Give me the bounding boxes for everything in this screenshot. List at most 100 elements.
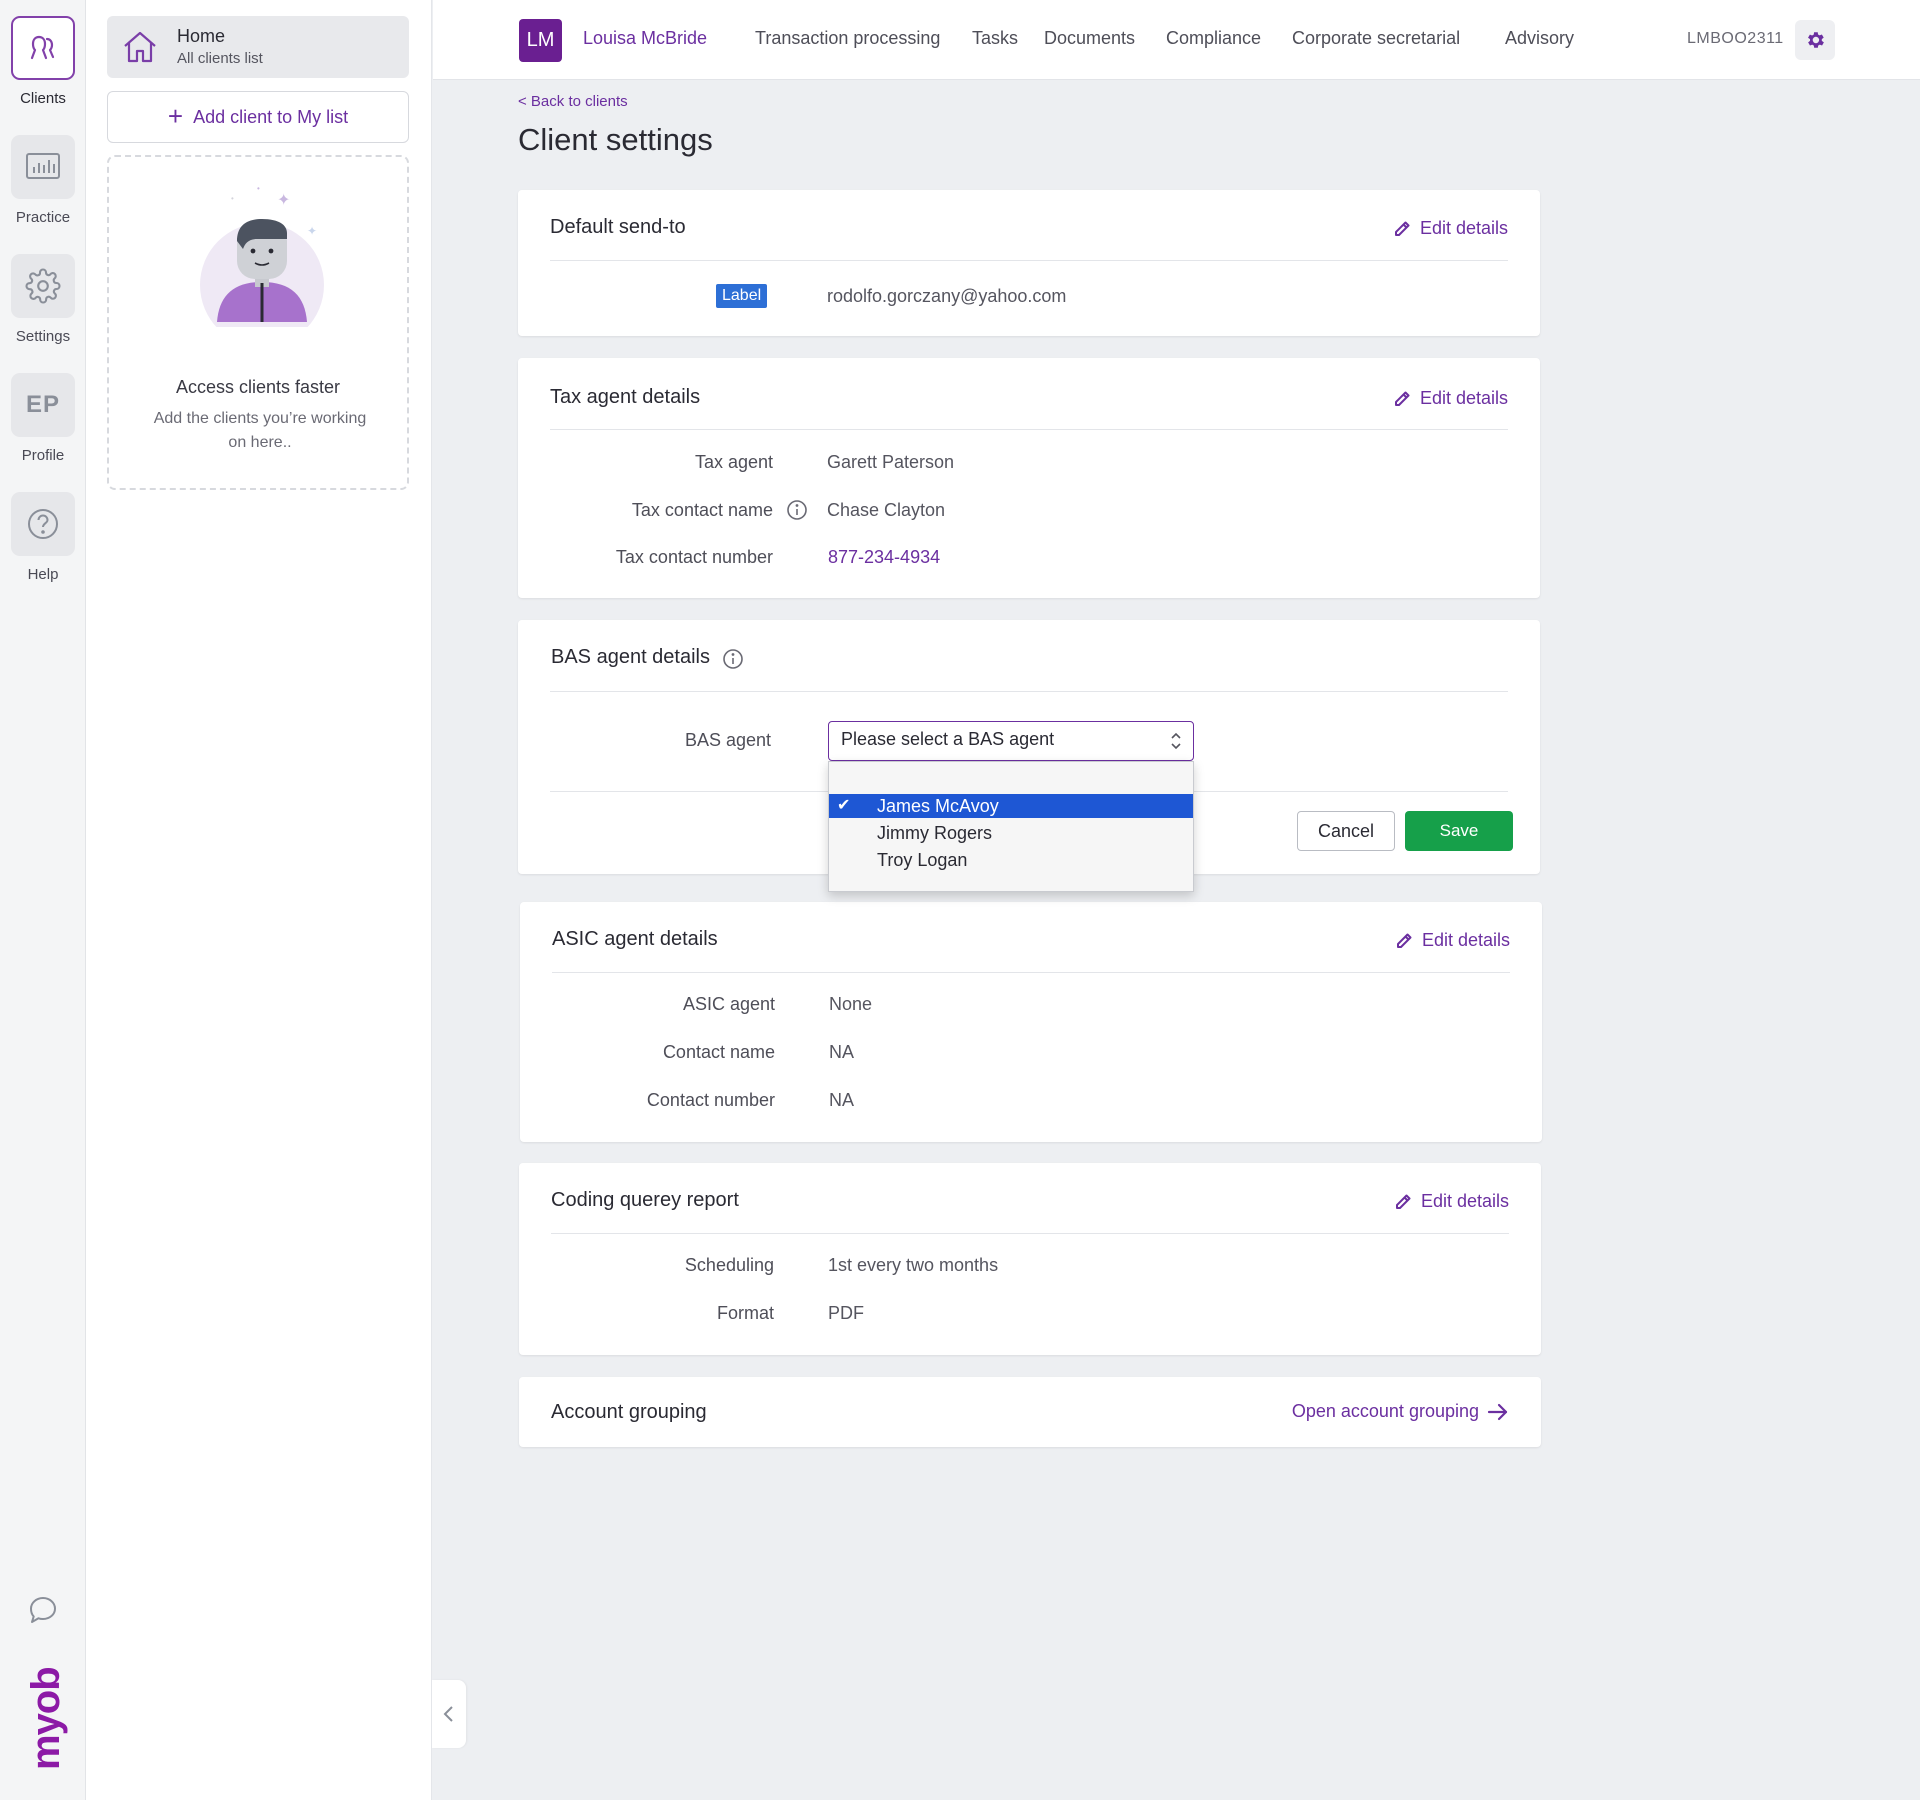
top-bar: LM Louisa McBride Transaction processing… [433, 0, 1920, 80]
row-value-tax-agent: Garett Paterson [827, 452, 955, 472]
edit-default-send-to-button[interactable]: Edit details [1392, 218, 1508, 239]
option-label: Jimmy Rogers [877, 823, 993, 843]
divider [551, 1233, 1509, 1234]
coding-report-card: Coding querey report Edit details Schedu… [519, 1163, 1541, 1355]
nav-compliance[interactable]: Compliance [1166, 28, 1261, 49]
row-label-tax-contact-number: Tax contact number [615, 547, 773, 567]
clients-icon [30, 35, 55, 60]
option-label: Troy Logan [877, 850, 968, 870]
option-label: James McAvoy [877, 796, 999, 816]
divider [550, 260, 1508, 261]
back-to-clients-link[interactable]: < Back to clients [518, 93, 628, 110]
info-icon[interactable] [786, 499, 808, 521]
edit-details-label: Edit details [1419, 218, 1508, 238]
row-label-contact-name: Contact name [662, 1042, 775, 1062]
edit-details-label: Edit details [1421, 930, 1510, 950]
svg-text:myob: myob [24, 1667, 68, 1770]
card-title: Coding querey report [551, 1189, 739, 1211]
row-value-contact-number: NA [829, 1090, 855, 1110]
row-label-contact-number: Contact number [646, 1090, 775, 1110]
card-title: Tax agent details [550, 386, 701, 408]
nav-tasks[interactable]: Tasks [972, 28, 1018, 49]
empty-my-list: ✦ ✦ • • Access clients faster Add the cl… [107, 155, 409, 490]
cancel-button[interactable]: Cancel [1297, 811, 1395, 851]
collapse-panel-button[interactable] [432, 1680, 466, 1748]
card-title: Account grouping [551, 1401, 707, 1423]
rail-item-help[interactable]: Help [0, 492, 86, 583]
row-label-tax-agent: Tax agent [694, 452, 773, 472]
add-client-label: Add client to My list [193, 106, 349, 127]
gear-icon [25, 268, 61, 304]
bas-agent-select[interactable]: Please select a BAS agent [828, 721, 1194, 761]
dropdown-option-james-mcavoy[interactable]: ✔ James McAvoy [829, 794, 1193, 818]
rail-label-clients: Clients [20, 90, 66, 107]
profile-initials: EP [25, 391, 60, 418]
help-button[interactable] [11, 492, 75, 556]
home-all-clients[interactable]: Home All clients list [107, 16, 409, 78]
profile-button[interactable]: EP [11, 373, 75, 437]
divider [552, 972, 1510, 973]
edit-details-label: Edit details [1420, 1191, 1509, 1211]
svg-text:•: • [231, 194, 234, 203]
practice-button[interactable] [11, 135, 75, 199]
save-button[interactable]: Save [1405, 811, 1513, 851]
card-title: Default send-to [550, 216, 686, 238]
rail-item-clients[interactable]: Clients [0, 16, 86, 107]
rail-item-settings[interactable]: Settings [0, 254, 86, 345]
clients-panel: Home All clients list + Add client to My… [86, 0, 432, 1800]
nav-documents[interactable]: Documents [1044, 28, 1135, 49]
svg-text:✦: ✦ [277, 192, 290, 209]
card-title: BAS agent details [551, 646, 710, 668]
arrow-right-icon [1487, 1403, 1508, 1420]
rail-label-settings: Settings [15, 328, 71, 345]
row-value-format: PDF [828, 1303, 864, 1323]
help-icon [28, 509, 58, 539]
home-title: Home [177, 26, 226, 46]
home-subtitle: All clients list [177, 50, 263, 67]
nav-transaction-processing[interactable]: Transaction processing [755, 28, 940, 49]
top-settings-button[interactable] [1795, 20, 1835, 60]
account-code: LMBOO2311 [1687, 30, 1784, 47]
label-badge: Label [716, 284, 768, 308]
select-caret-icon [1171, 732, 1181, 750]
open-account-grouping-label: Open account grouping [1291, 1401, 1479, 1421]
user-name-link[interactable]: Louisa McBride [583, 28, 707, 49]
gear-icon [1808, 32, 1824, 48]
rail-item-practice[interactable]: Practice [0, 135, 86, 226]
row-label-bas-agent: BAS agent [684, 730, 771, 750]
nav-advisory[interactable]: Advisory [1505, 28, 1574, 49]
add-client-button[interactable]: + Add client to My list [107, 91, 409, 143]
row-label-tax-contact-name: Tax contact name [631, 500, 773, 520]
pencil-icon [1394, 391, 1410, 406]
row-value-scheduling: 1st every two months [828, 1255, 999, 1275]
select-placeholder: Please select a BAS agent [841, 729, 1055, 749]
tax-agent-card: Tax agent details Edit details Tax agent… [518, 358, 1540, 598]
card-title: ASIC agent details [552, 928, 718, 950]
home-icon [124, 31, 156, 63]
rail-label-practice: Practice [15, 209, 71, 226]
edit-tax-agent-button[interactable]: Edit details [1392, 388, 1508, 409]
rail-label-help: Help [27, 566, 59, 583]
dropdown-option-jimmy-rogers[interactable]: Jimmy Rogers [829, 821, 1193, 845]
dropdown-option-troy-logan[interactable]: Troy Logan [829, 848, 1193, 872]
chat-bubble-icon[interactable] [27, 1594, 59, 1626]
row-label-scheduling: Scheduling [684, 1255, 774, 1275]
user-avatar[interactable]: LM [519, 19, 562, 62]
edit-asic-agent-button[interactable]: Edit details [1394, 930, 1510, 951]
row-value-contact-name: NA [829, 1042, 855, 1062]
clients-button[interactable] [11, 16, 75, 80]
rail-item-profile[interactable]: EP Profile [0, 373, 86, 464]
pencil-icon [1394, 221, 1410, 236]
nav-corporate-secretarial[interactable]: Corporate secretarial [1292, 28, 1460, 49]
chevron-left-icon [443, 1706, 453, 1722]
rail-label-profile: Profile [21, 447, 65, 464]
row-value-asic-agent: None [829, 994, 873, 1014]
edit-coding-report-button[interactable]: Edit details [1393, 1191, 1509, 1212]
divider [550, 429, 1508, 430]
settings-button[interactable] [11, 254, 75, 318]
empty-state-subtitle: Add the clients you’re working on here.. [153, 410, 367, 451]
info-icon[interactable] [722, 648, 744, 670]
open-account-grouping-link[interactable]: Open account grouping [1292, 1401, 1509, 1422]
default-send-to-card: Default send-to Edit details Label rodol… [518, 190, 1540, 336]
tax-contact-number-link[interactable]: 877-234-4934 [828, 547, 940, 568]
